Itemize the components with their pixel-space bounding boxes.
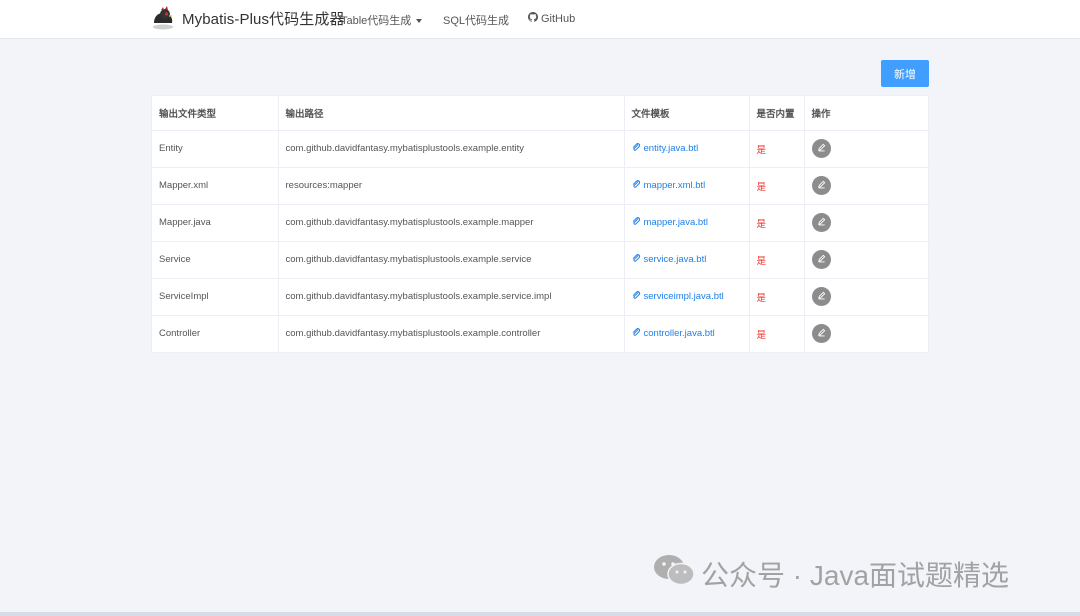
cell-builtin: 是 <box>749 204 805 242</box>
paperclip-icon <box>632 179 641 192</box>
template-link-label: serviceimpl.java.btl <box>643 291 724 302</box>
cell-file-template: controller.java.btl <box>624 315 750 352</box>
wechat-icon <box>653 553 695 594</box>
cell-output-type: Controller <box>152 315 279 352</box>
nav-sql-codegen-label: SQL代码生成 <box>443 15 510 27</box>
col-header-file-template: 文件模板 <box>624 96 750 131</box>
cell-output-type: Service <box>152 241 279 279</box>
cell-actions <box>804 167 930 205</box>
cell-builtin: 是 <box>749 130 805 168</box>
col-header-actions: 操作 <box>804 96 930 131</box>
brand-title: Mybatis-Plus代码生成器 <box>182 10 345 28</box>
cell-output-type: ServiceImpl <box>152 278 279 316</box>
template-link[interactable]: mapper.java.btl <box>632 216 708 229</box>
cell-output-path: com.github.davidfantasy.mybatisplustools… <box>278 130 625 168</box>
paperclip-icon <box>632 253 641 266</box>
cell-actions <box>804 204 930 242</box>
template-link-label: mapper.java.btl <box>643 217 708 228</box>
table-row: ServiceImpl com.github.davidfantasy.myba… <box>152 278 930 316</box>
cell-builtin: 是 <box>749 167 805 205</box>
cell-output-path: com.github.davidfantasy.mybatisplustools… <box>278 241 625 279</box>
template-link[interactable]: entity.java.btl <box>632 142 699 155</box>
edit-button[interactable] <box>811 250 831 269</box>
paperclip-icon <box>632 327 641 340</box>
nav-sql-codegen[interactable]: SQL代码生成 <box>443 12 509 28</box>
template-config-table: 输出文件类型 输出路径 文件模板 是否内置 操作 Entity com.gith… <box>151 95 930 353</box>
watermark: 公众号 · Java面试题精选 <box>653 553 1009 594</box>
edit-button[interactable] <box>811 213 831 232</box>
cell-builtin: 是 <box>749 241 805 279</box>
pencil-icon <box>817 328 826 340</box>
pencil-icon <box>817 217 826 229</box>
cell-file-template: serviceimpl.java.btl <box>624 278 750 316</box>
template-link[interactable]: mapper.xml.btl <box>632 179 706 192</box>
nav-table-codegen-label: Table代码生成 <box>341 15 412 27</box>
add-button[interactable]: 新增 <box>881 60 929 87</box>
cell-output-type: Mapper.java <box>152 204 279 242</box>
template-link-label: entity.java.btl <box>643 143 699 154</box>
cell-output-path: com.github.davidfantasy.mybatisplustools… <box>278 278 625 316</box>
template-link[interactable]: service.java.btl <box>632 253 707 266</box>
nav-github-label: GitHub <box>541 12 576 25</box>
edit-button[interactable] <box>811 176 831 195</box>
cell-output-type: Mapper.xml <box>152 167 279 205</box>
bottom-divider <box>0 612 1080 616</box>
paperclip-icon <box>632 216 641 229</box>
table-row: Entity com.github.davidfantasy.mybatispl… <box>152 130 930 168</box>
top-navbar: Mybatis-Plus代码生成器 Table代码生成 SQL代码生成 GitH… <box>0 0 1080 39</box>
cell-output-path: com.github.davidfantasy.mybatisplustools… <box>278 204 625 242</box>
pencil-icon <box>817 143 826 155</box>
cell-file-template: service.java.btl <box>624 241 750 279</box>
edit-button[interactable] <box>811 139 831 158</box>
edit-button[interactable] <box>811 287 831 306</box>
col-header-output-path: 输出路径 <box>278 96 625 131</box>
cell-builtin: 是 <box>749 278 805 316</box>
cell-actions <box>804 315 930 352</box>
cell-actions <box>804 241 930 279</box>
table-row: Service com.github.davidfantasy.mybatisp… <box>152 241 930 279</box>
watermark-text: 公众号 · Java面试题精选 <box>701 559 1010 591</box>
paperclip-icon <box>632 142 641 155</box>
col-header-output-type: 输出文件类型 <box>152 96 279 131</box>
cell-output-path: resources:mapper <box>278 167 625 205</box>
pencil-icon <box>817 180 826 192</box>
cell-actions <box>804 278 930 316</box>
cell-actions <box>804 130 930 168</box>
table-header-row: 输出文件类型 输出路径 文件模板 是否内置 操作 <box>152 96 930 131</box>
paperclip-icon <box>632 290 641 303</box>
cell-output-type: Entity <box>152 130 279 168</box>
template-link[interactable]: controller.java.btl <box>632 327 715 340</box>
template-link[interactable]: serviceimpl.java.btl <box>632 290 724 303</box>
cell-output-path: com.github.davidfantasy.mybatisplustools… <box>278 315 625 352</box>
cell-file-template: entity.java.btl <box>624 130 750 168</box>
pencil-icon <box>817 291 826 303</box>
nav-github[interactable]: GitHub <box>528 12 575 25</box>
caret-down-icon <box>416 18 423 23</box>
table-row: Mapper.java com.github.davidfantasy.myba… <box>152 204 930 242</box>
brand[interactable]: Mybatis-Plus代码生成器 <box>150 5 345 31</box>
template-link-label: service.java.btl <box>643 254 707 265</box>
edit-button[interactable] <box>811 324 831 344</box>
cell-builtin: 是 <box>749 315 805 352</box>
cell-file-template: mapper.java.btl <box>624 204 750 242</box>
github-icon <box>528 12 538 25</box>
nav-table-codegen[interactable]: Table代码生成 <box>341 12 423 28</box>
cell-file-template: mapper.xml.btl <box>624 167 750 205</box>
bird-logo-icon <box>150 5 176 31</box>
template-link-label: controller.java.btl <box>643 328 715 340</box>
template-link-label: mapper.xml.btl <box>643 180 706 191</box>
pencil-icon <box>817 254 826 266</box>
col-header-builtin: 是否内置 <box>749 96 805 131</box>
table-row: Mapper.xml resources:mapper mapper.xml.b… <box>152 167 930 205</box>
table-row: Controller com.github.davidfantasy.mybat… <box>152 315 930 352</box>
